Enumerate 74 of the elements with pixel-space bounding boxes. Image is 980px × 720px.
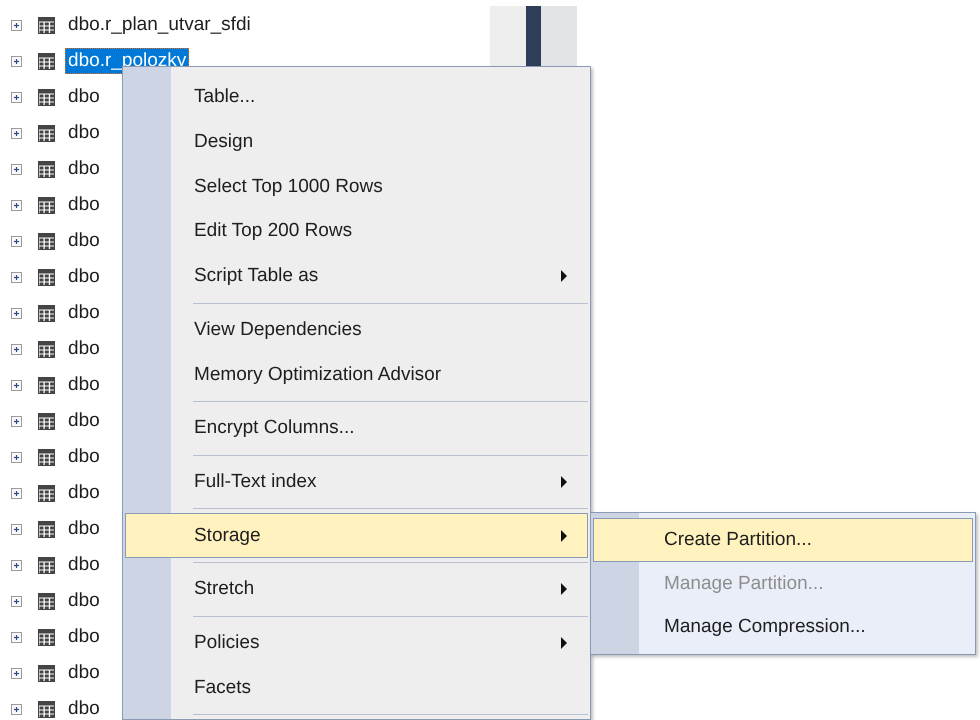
table-icon xyxy=(38,16,55,34)
table-icon xyxy=(38,448,55,466)
expand-icon[interactable] xyxy=(11,596,22,606)
table-icon xyxy=(38,556,55,574)
expand-icon[interactable] xyxy=(11,20,22,30)
menu-item[interactable]: View Dependencies xyxy=(125,307,588,352)
table-icon xyxy=(38,376,55,394)
table-icon xyxy=(38,664,55,682)
tree-item[interactable]: dbo xyxy=(65,516,103,542)
tree-item[interactable]: dbo xyxy=(65,408,103,434)
menu-item[interactable]: Create Partition... xyxy=(593,518,973,562)
tree-item[interactable]: dbo xyxy=(65,588,103,614)
tree-item[interactable]: dbo xyxy=(65,336,103,362)
menu-item[interactable]: Design xyxy=(125,120,588,164)
tree-item[interactable]: dbo xyxy=(65,192,103,218)
tree-item[interactable]: dbo xyxy=(65,444,103,470)
table-icon xyxy=(38,52,55,70)
table-icon xyxy=(38,700,55,718)
menu-item[interactable]: Manage Compression... xyxy=(593,605,973,650)
tree-item[interactable]: dbo xyxy=(65,156,103,182)
expand-icon[interactable] xyxy=(11,200,22,210)
table-icon xyxy=(38,88,55,106)
expand-icon[interactable] xyxy=(11,164,22,174)
expand-icon[interactable] xyxy=(11,524,22,534)
menu-item[interactable]: Policies xyxy=(125,620,588,666)
tree-item[interactable]: dbo xyxy=(65,120,103,146)
tree-item[interactable]: dbo xyxy=(65,624,103,650)
menu-item[interactable]: Full-Text index xyxy=(125,460,588,504)
table-icon xyxy=(38,484,55,502)
tree-item[interactable]: dbo xyxy=(65,300,103,326)
expand-icon[interactable] xyxy=(11,668,22,678)
table-icon xyxy=(38,304,55,322)
tree-item[interactable]: dbo.r_plan_utvar_sfdi xyxy=(65,12,254,38)
expand-icon[interactable] xyxy=(11,56,22,66)
menu-item[interactable]: Facets xyxy=(125,665,588,710)
expand-icon[interactable] xyxy=(11,560,22,570)
expand-icon[interactable] xyxy=(11,704,22,714)
tree-item[interactable]: dbo xyxy=(65,660,103,686)
expand-icon[interactable] xyxy=(11,236,22,246)
menu-item[interactable]: Table... xyxy=(125,75,588,120)
table-icon xyxy=(38,340,55,358)
table-icon xyxy=(38,124,55,142)
table-icon xyxy=(38,412,55,430)
expand-icon[interactable] xyxy=(11,632,22,642)
expand-icon[interactable] xyxy=(11,308,22,318)
expand-icon[interactable] xyxy=(11,128,22,138)
menu-item[interactable]: Select Top 1000 Rows xyxy=(125,164,588,210)
tree-item[interactable]: dbo xyxy=(65,264,103,290)
table-icon xyxy=(38,592,55,610)
expand-icon[interactable] xyxy=(11,344,22,354)
expand-icon[interactable] xyxy=(11,452,22,462)
tree-item[interactable]: dbo xyxy=(65,84,103,110)
table-icon xyxy=(38,520,55,538)
menu-item[interactable]: Memory Optimization Advisor xyxy=(125,352,588,397)
table-icon xyxy=(38,268,55,286)
tree-item[interactable]: dbo xyxy=(65,696,103,720)
table-icon xyxy=(38,232,55,250)
tree-item[interactable]: dbo xyxy=(65,552,103,578)
menu-item[interactable]: Encrypt Columns... xyxy=(125,406,588,451)
expand-icon[interactable] xyxy=(11,488,22,498)
expand-icon[interactable] xyxy=(11,380,22,390)
table-icon xyxy=(38,628,55,646)
tree-item[interactable]: dbo xyxy=(65,372,103,398)
menu-item[interactable]: Edit Top 200 Rows xyxy=(125,209,588,254)
table-icon xyxy=(38,196,55,214)
tree-item[interactable]: dbo xyxy=(65,480,103,506)
table-icon xyxy=(38,160,55,178)
menu-item[interactable]: Storage xyxy=(125,513,588,558)
expand-icon[interactable] xyxy=(11,416,22,426)
menu-item[interactable]: Script Table as xyxy=(125,254,588,299)
expand-icon[interactable] xyxy=(11,272,22,282)
menu-item[interactable]: Stretch xyxy=(125,566,588,612)
expand-icon[interactable] xyxy=(11,92,22,102)
tree-item[interactable]: dbo xyxy=(65,228,103,254)
